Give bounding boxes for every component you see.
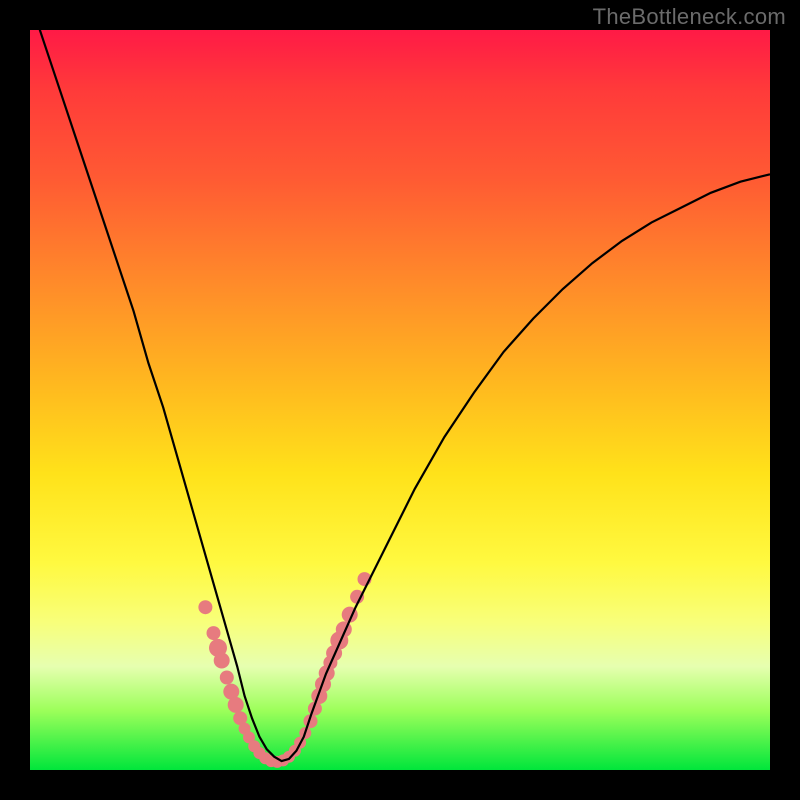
scatter-point (228, 697, 244, 713)
scatter-point (198, 600, 212, 614)
scatter-point (207, 626, 221, 640)
scatter-point (220, 671, 234, 685)
watermark-text: TheBottleneck.com (593, 4, 786, 30)
plot-overlay (30, 30, 770, 770)
scatter-point (214, 653, 230, 669)
bottleneck-curve (30, 0, 770, 761)
scatter-points (198, 572, 371, 768)
chart-frame: TheBottleneck.com (0, 0, 800, 800)
